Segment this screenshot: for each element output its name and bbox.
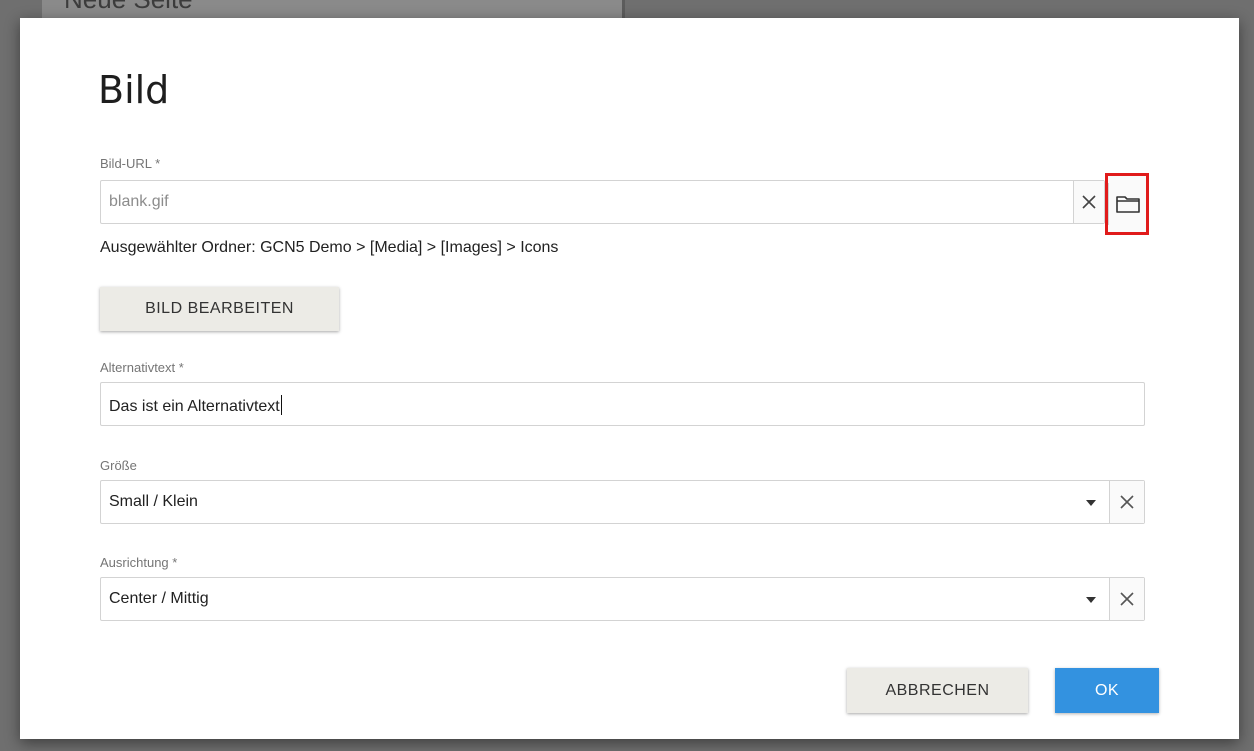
image-url-value: blank.gif	[109, 193, 169, 210]
background-editor-panel: Neue Seite	[42, 0, 622, 20]
size-dropdown-arrow-icon[interactable]	[1076, 481, 1106, 523]
alignment-clear-button[interactable]	[1109, 578, 1144, 620]
ok-button[interactable]: OK	[1055, 668, 1159, 713]
size-selected-value: Small / Klein	[109, 493, 198, 510]
text-cursor	[280, 395, 282, 415]
alt-text-input[interactable]: Das ist ein Alternativtext	[100, 382, 1145, 426]
alignment-dropdown-arrow-icon[interactable]	[1076, 578, 1106, 620]
image-url-label: Bild-URL *	[100, 156, 161, 171]
image-url-clear-button[interactable]	[1073, 181, 1104, 223]
folder-icon	[1116, 196, 1140, 213]
cancel-button[interactable]: ABBRECHEN	[847, 668, 1028, 713]
image-url-field[interactable]: blank.gif	[100, 180, 1105, 224]
alignment-select[interactable]: Center / Mittig	[100, 577, 1145, 621]
background-divider	[622, 0, 625, 20]
close-icon	[1120, 495, 1134, 509]
selected-folder-path: Ausgewählter Ordner: GCN5 Demo > [Media]…	[100, 239, 559, 256]
size-select[interactable]: Small / Klein	[100, 480, 1145, 524]
background-page-title: Neue Seite	[64, 0, 193, 15]
edit-image-button[interactable]: BILD BEARBEITEN	[100, 287, 339, 331]
alt-text-value: Das ist ein Alternativtext	[109, 398, 280, 415]
image-dialog: Bild Bild-URL * blank.gif Ausgewählter O…	[20, 18, 1239, 739]
close-icon	[1082, 195, 1096, 209]
alignment-label: Ausrichtung *	[100, 555, 178, 570]
size-label: Größe	[100, 458, 137, 473]
alt-text-label: Alternativtext *	[100, 360, 184, 375]
alignment-selected-value: Center / Mittig	[109, 590, 209, 607]
alt-text-value-wrap: Das ist ein Alternativtext	[109, 395, 282, 416]
size-clear-button[interactable]	[1109, 481, 1144, 523]
browse-folder-button[interactable]	[1105, 173, 1149, 235]
close-icon	[1120, 592, 1134, 606]
dialog-title: Bild	[98, 68, 170, 112]
browse-folder-inner	[1108, 183, 1147, 225]
